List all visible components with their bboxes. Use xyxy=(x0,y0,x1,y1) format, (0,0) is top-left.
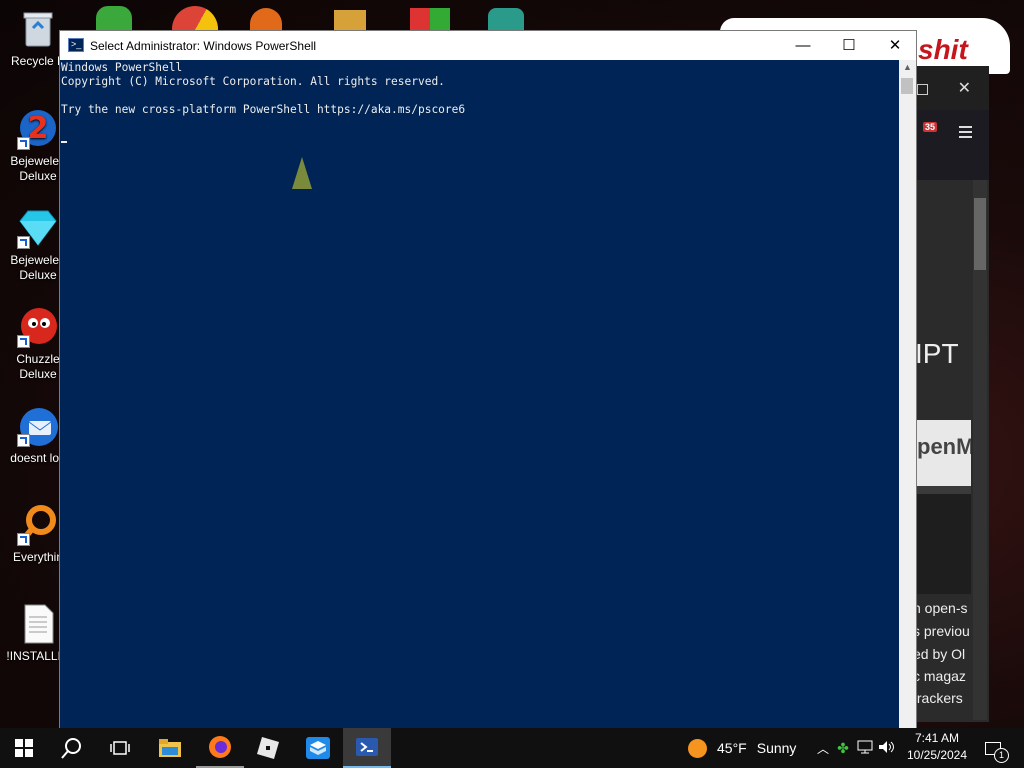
browser-titlebar[interactable]: ✕ xyxy=(905,66,989,110)
shortcut-arrow-icon xyxy=(17,137,30,150)
browser-scrollbar-thumb[interactable] xyxy=(974,198,986,270)
app-icon[interactable] xyxy=(334,10,366,30)
console-prompt-line[interactable] xyxy=(61,131,900,145)
notifications-button[interactable]: 1 xyxy=(970,728,1016,768)
task-view-button[interactable] xyxy=(96,728,144,768)
hamburger-menu-icon[interactable] xyxy=(959,126,972,141)
background-browser-window[interactable]: ✕ 35 IPT penM n open-s s previou ed by O… xyxy=(905,66,989,722)
start-icon xyxy=(15,739,33,757)
sun-icon xyxy=(688,738,707,758)
app-icon[interactable] xyxy=(250,8,282,30)
taskbar: 45°F Sunny ︿ ✤ 7:41 AM 10/25/2024 1 xyxy=(0,728,1024,768)
firefox-button[interactable] xyxy=(196,728,244,768)
shortcut-arrow-icon xyxy=(17,335,30,348)
shortcut-arrow-icon xyxy=(17,533,30,546)
page-text-line: s previou xyxy=(913,623,970,639)
console-scrollbar[interactable]: ▲ xyxy=(899,60,916,729)
page-card-fragment[interactable]: penM xyxy=(917,420,971,486)
network-icon[interactable] xyxy=(854,740,876,757)
page-text-line: trackers xyxy=(913,690,963,706)
everything-search-icon xyxy=(17,504,59,546)
page-heading-fragment: IPT xyxy=(915,338,959,369)
console-line: Try the new cross-platform PowerShell ht… xyxy=(61,103,466,116)
page-text-line: n open-s xyxy=(913,600,968,616)
weather-temp: 45°F xyxy=(717,740,747,756)
start-button[interactable] xyxy=(0,728,48,768)
notification-badge[interactable]: 35 xyxy=(923,122,938,132)
thunderbird-icon xyxy=(17,405,59,447)
scroll-up-arrow-icon[interactable]: ▲ xyxy=(903,62,912,72)
app-box-button[interactable] xyxy=(294,728,342,768)
maximize-icon[interactable] xyxy=(917,84,928,95)
roblox-icon xyxy=(257,737,279,759)
powershell-icon xyxy=(356,738,378,756)
shortcut-arrow-icon xyxy=(17,434,30,447)
clock-date: 10/25/2024 xyxy=(906,748,968,762)
browser-toolbar: 35 xyxy=(905,110,989,180)
clock-time: 7:41 AM xyxy=(914,731,960,745)
contacts-icon[interactable] xyxy=(96,6,132,30)
close-button[interactable]: ✕ xyxy=(872,31,918,60)
powershell-titlebar[interactable]: >_ Select Administrator: Windows PowerSh… xyxy=(60,31,916,60)
character-icon[interactable] xyxy=(488,8,524,30)
search-button[interactable] xyxy=(48,728,96,768)
bejeweled-gem-icon xyxy=(17,207,59,249)
weather-widget[interactable]: 45°F Sunny xyxy=(688,728,796,768)
minimize-button[interactable]: — xyxy=(780,31,826,60)
background-logo-text: shit xyxy=(918,34,968,65)
powershell-window[interactable]: >_ Select Administrator: Windows PowerSh… xyxy=(59,30,917,729)
chevron-up-icon[interactable]: ︿ xyxy=(814,740,832,757)
notifications-count: 1 xyxy=(994,747,1009,763)
volume-icon[interactable] xyxy=(876,740,898,757)
firefox-icon xyxy=(209,736,231,758)
roblox-button[interactable] xyxy=(244,728,292,768)
scrollbar-thumb[interactable] xyxy=(901,78,913,94)
page-text-line: c magaz xyxy=(913,668,966,684)
page-text-line: ed by Ol xyxy=(913,646,966,662)
window-title: Select Administrator: Windows PowerShell xyxy=(90,39,317,53)
svg-text:2: 2 xyxy=(28,111,49,146)
bejeweled2-icon: 2 xyxy=(17,108,59,150)
notifications-icon: 1 xyxy=(985,741,1009,763)
clock[interactable]: 7:41 AM 10/25/2024 xyxy=(906,730,968,764)
system-tray: ︿ ✤ xyxy=(814,728,898,768)
shield-icon[interactable] xyxy=(410,8,450,30)
text-document-icon xyxy=(17,603,59,645)
powershell-taskbar-button[interactable] xyxy=(343,728,391,768)
top-icon-row xyxy=(0,0,720,30)
shortcut-arrow-icon xyxy=(17,236,30,249)
console-line: Copyright (C) Microsoft Corporation. All… xyxy=(61,75,445,88)
mouse-cursor-icon xyxy=(292,157,312,189)
file-explorer-icon xyxy=(159,739,181,757)
clover-icon[interactable]: ✤ xyxy=(832,740,854,757)
text-cursor xyxy=(61,141,67,143)
search-icon xyxy=(61,738,81,759)
maximize-button[interactable]: ☐ xyxy=(826,31,872,60)
task-view-icon xyxy=(110,741,130,755)
console-line: Windows PowerShell xyxy=(61,61,183,74)
weather-condition: Sunny xyxy=(756,740,797,756)
page-image-fragment xyxy=(917,486,971,594)
app-box-icon xyxy=(306,737,330,759)
close-icon[interactable]: ✕ xyxy=(958,78,971,98)
recycle-bin-icon xyxy=(17,8,59,50)
powershell-icon: >_ xyxy=(68,38,84,52)
console-output[interactable]: Windows PowerShell Copyright (C) Microso… xyxy=(60,60,900,729)
chuzzle-icon xyxy=(17,306,59,348)
file-explorer-button[interactable] xyxy=(146,728,194,768)
chrome-icon[interactable] xyxy=(172,6,218,30)
